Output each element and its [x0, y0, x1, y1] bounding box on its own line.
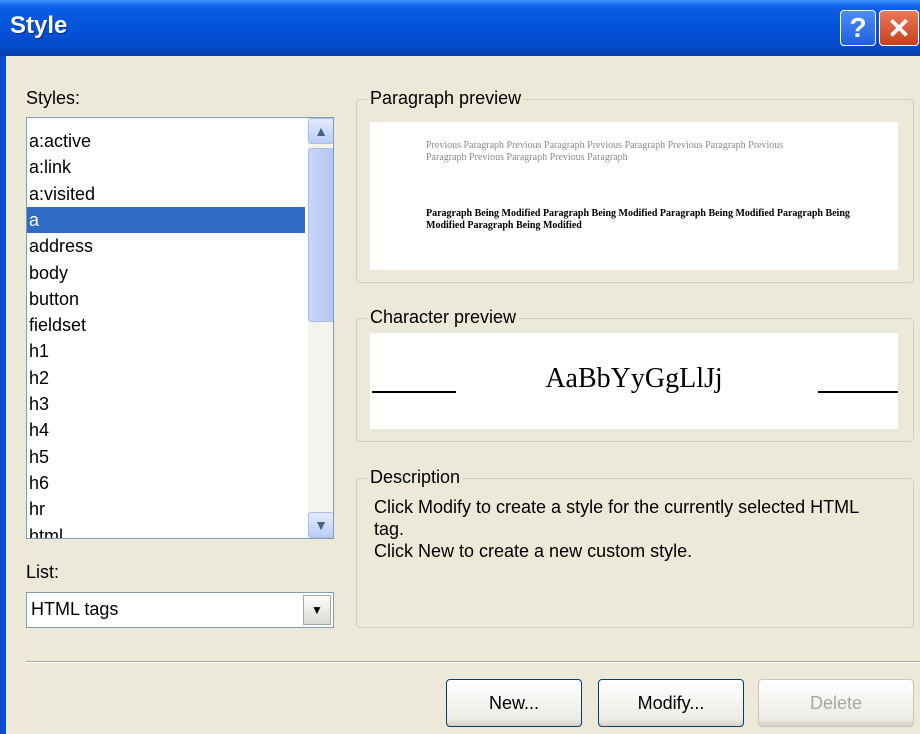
scroll-down-button[interactable]: ▼ [308, 512, 333, 538]
new-button[interactable]: New... [446, 679, 582, 727]
list-item[interactable]: address [27, 233, 305, 259]
list-item[interactable]: h2 [27, 365, 305, 391]
delete-button[interactable]: Delete [758, 679, 914, 727]
previous-paragraph-text: Previous Paragraph Previous Paragraph Pr… [426, 140, 784, 163]
separator-line [26, 661, 920, 663]
modify-button[interactable]: Modify... [598, 679, 744, 727]
list-item[interactable]: h1 [27, 338, 305, 364]
character-preview-box: AaBbYyGgLlJj [370, 333, 898, 429]
description-text: Click Modify to create a style for the c… [374, 496, 874, 562]
list-item[interactable]: a [27, 206, 305, 233]
list-combobox-value: HTML tags [31, 599, 119, 619]
list-item[interactable]: h6 [27, 470, 305, 496]
description-legend: Description [367, 467, 464, 488]
help-button[interactable]: ? [840, 10, 876, 46]
combobox-dropdown-button[interactable]: ▼ [303, 595, 331, 625]
list-item[interactable]: a:visited [27, 181, 305, 207]
list-item[interactable]: a:link [27, 154, 305, 180]
window-frame-left [0, 56, 6, 734]
paragraph-preview-legend: Paragraph preview [367, 88, 525, 109]
baseline-right [818, 391, 898, 393]
list-item[interactable]: button [27, 286, 305, 312]
close-icon: ✕ [887, 12, 911, 44]
window-title: Style [10, 12, 68, 39]
styles-label: Styles: [26, 88, 81, 108]
chevron-up-icon: ▲ [314, 123, 328, 139]
list-combobox[interactable]: HTML tags ▼ [26, 592, 334, 628]
style-dialog: Style ? ✕ Styles: a:active a:link a:visite… [0, 0, 920, 734]
list-item[interactable]: h3 [27, 391, 305, 417]
chevron-down-icon: ▼ [314, 517, 328, 533]
styles-scrollbar[interactable]: ▲ ▼ [308, 118, 333, 538]
styles-listbox[interactable]: a:active a:link a:visited a address body butto… [26, 117, 334, 539]
close-button[interactable]: ✕ [879, 10, 919, 46]
list-item[interactable]: fieldset [27, 312, 305, 338]
list-item[interactable]: hr [27, 496, 305, 522]
modified-paragraph-text: Paragraph Being Modified Paragraph Being… [426, 208, 850, 231]
paragraph-preview-box: Previous Paragraph Previous Paragraph Pr… [370, 122, 898, 270]
list-item[interactable]: html [27, 523, 305, 539]
list-label: List: [26, 562, 60, 582]
list-item[interactable]: a:active [27, 128, 305, 154]
dropdown-arrow-icon: ▼ [311, 603, 323, 617]
description-line-1: Click Modify to create a style for the c… [374, 497, 859, 539]
scroll-up-button[interactable]: ▲ [308, 118, 333, 144]
title-bar[interactable]: Style ? ✕ [0, 0, 920, 56]
list-item[interactable]: h4 [27, 417, 305, 443]
scroll-thumb[interactable] [308, 148, 333, 322]
character-preview-legend: Character preview [367, 307, 520, 328]
list-item[interactable]: body [27, 260, 305, 286]
list-item[interactable]: h5 [27, 444, 305, 470]
description-line-2: Click New to create a new custom style. [374, 541, 693, 561]
help-icon: ? [849, 12, 867, 43]
